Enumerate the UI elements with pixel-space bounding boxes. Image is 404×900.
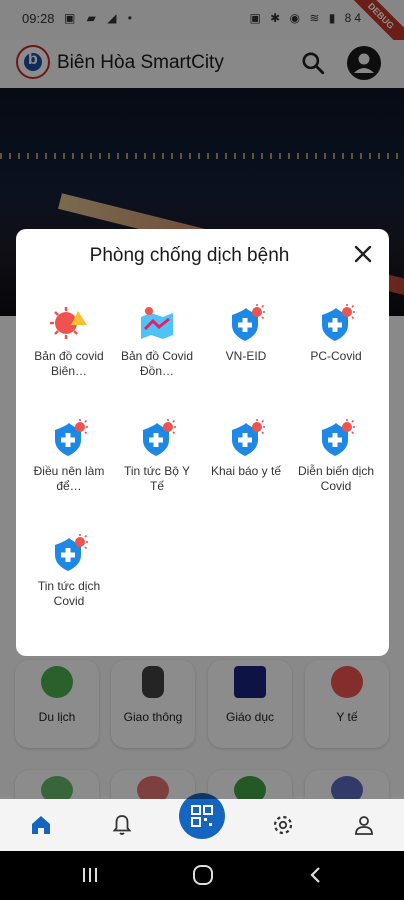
shield-virus-icon <box>232 304 265 341</box>
dialog-item-covid-situation[interactable]: Diễn biến dịch Covid <box>297 418 375 494</box>
notification-bell-icon[interactable] <box>110 813 134 837</box>
dialog-item-health-declaration[interactable]: Khai báo y tế <box>207 418 285 479</box>
disease-prevention-dialog: Phòng chống dịch bệnh Bản đồ covid Biên…… <box>16 229 389 656</box>
shield-virus-icon <box>232 419 265 456</box>
covid-virus-icon <box>50 307 87 339</box>
dialog-item-label: Diễn biến dịch Covid <box>297 464 375 493</box>
modal-scrim-top <box>0 0 404 88</box>
shield-virus-icon <box>322 304 355 341</box>
dialog-item-covid-news[interactable]: Tin tức dịch Covid <box>30 533 108 609</box>
dialog-item-label: PC-Covid <box>310 349 362 363</box>
dialog-item-label: Bản đồ covid Biên… <box>34 349 104 378</box>
dialog-item-label: Khai báo y tế <box>210 464 282 478</box>
shield-virus-icon <box>55 534 88 571</box>
dialog-item-ministry-news[interactable]: Tin tức Bộ Y Tế <box>118 418 196 494</box>
dialog-item-covid-map-bien-hoa[interactable]: Bản đồ covid Biên… <box>30 303 108 379</box>
close-icon[interactable] <box>353 244 373 264</box>
profile-icon[interactable] <box>352 813 376 837</box>
dialog-item-label: VN-EID <box>225 349 267 363</box>
shield-virus-icon <box>143 419 176 456</box>
qr-scan-button[interactable] <box>179 793 225 839</box>
back-icon[interactable] <box>306 865 326 885</box>
dialog-item-what-to-do[interactable]: Điều nên làm để… <box>30 418 108 494</box>
dialog-title: Phòng chống dịch bệnh <box>89 245 290 266</box>
dialog-item-covid-map-dong-nai[interactable]: Bản đồ Covid Đồn… <box>118 303 196 379</box>
dialog-item-label: Tin tức dịch Covid <box>37 579 101 608</box>
settings-gear-icon[interactable] <box>271 813 295 837</box>
dialog-item-label: Tin tức Bộ Y Tế <box>123 464 191 493</box>
shield-virus-icon <box>55 419 88 456</box>
home-system-icon[interactable] <box>192 865 214 885</box>
dialog-item-label: Bản đồ Covid Đồn… <box>120 349 194 378</box>
system-navigation-bar <box>0 851 404 900</box>
bottom-navigation <box>0 793 404 851</box>
dialog-item-pc-covid[interactable]: PC-Covid <box>297 303 375 364</box>
home-icon[interactable] <box>29 813 53 837</box>
recent-apps-icon[interactable] <box>80 865 100 885</box>
shield-virus-icon <box>322 419 355 456</box>
qr-code-icon <box>191 805 213 827</box>
covid-map-icon <box>141 307 173 339</box>
dialog-item-vn-eid[interactable]: VN-EID <box>207 303 285 364</box>
dialog-item-label: Điều nên làm để… <box>33 464 105 493</box>
